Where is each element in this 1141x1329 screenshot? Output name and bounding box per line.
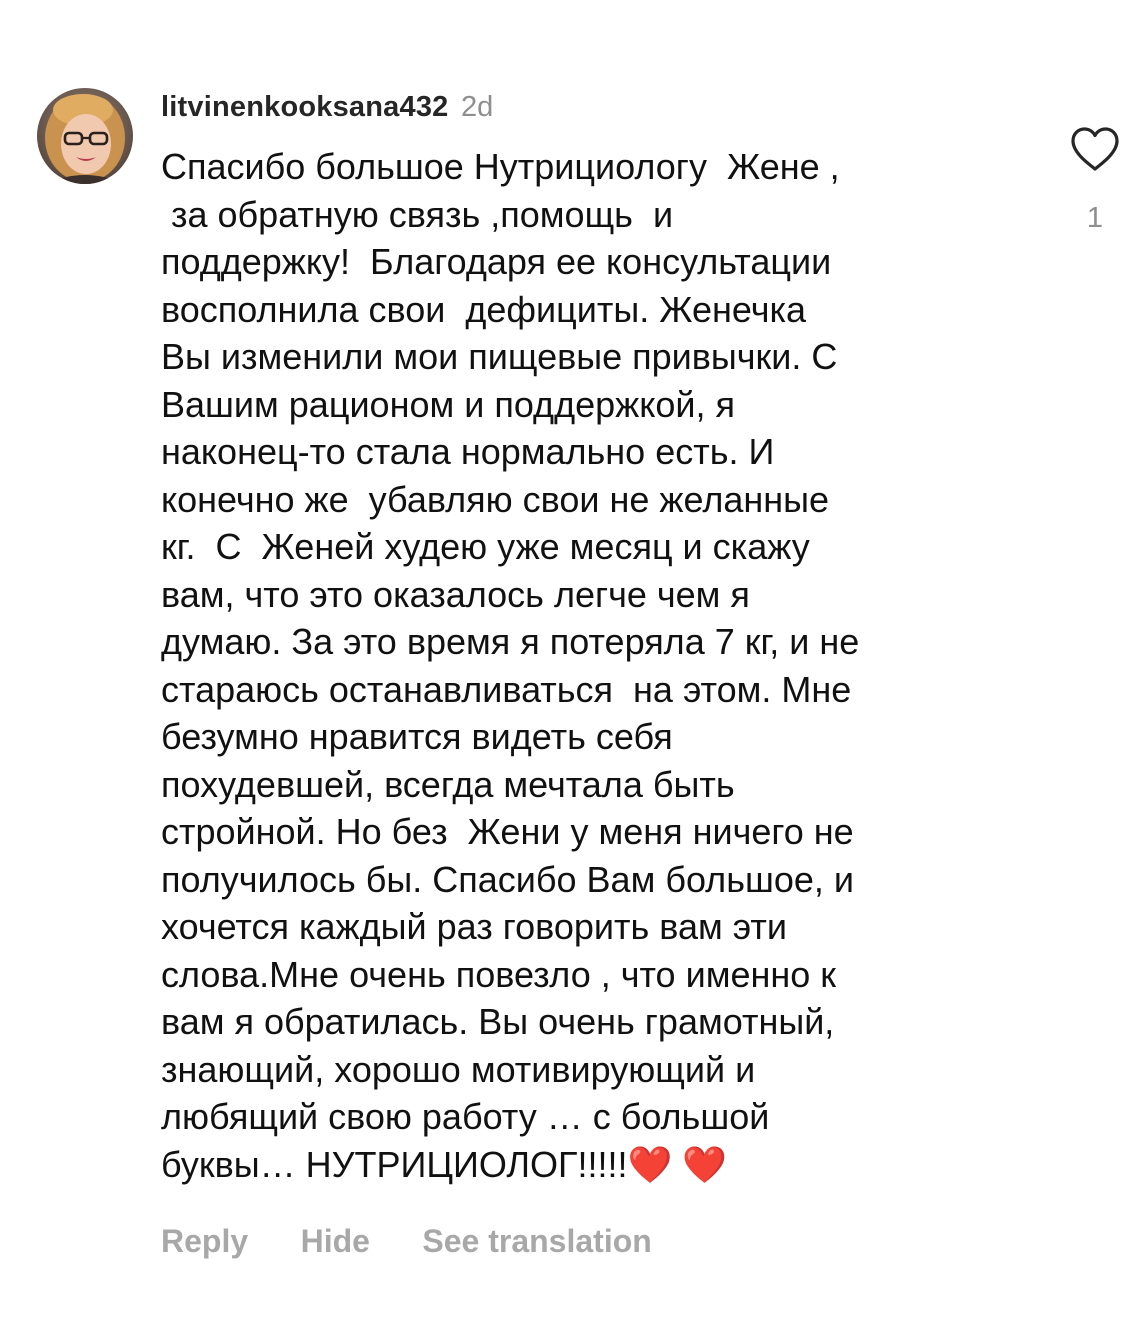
comment-item: litvinenkooksana432 2d Спасибо большое Н… — [0, 0, 1141, 1329]
comment-text-line: за обратную связь ,помощь и — [161, 193, 674, 235]
reply-button[interactable]: Reply — [161, 1219, 248, 1263]
comment-timestamp: 2d — [460, 91, 494, 123]
comment-text-line: думаю. За это время я потеряла 7 кг, и н… — [161, 621, 860, 662]
comment-text-line: похудевшей, всегда мечтала быть — [161, 763, 735, 805]
comment-text-line: восполнила свои дефициты. Женечка — [161, 288, 807, 330]
comment-text-line: Вашим рационом и поддержкой, я — [161, 383, 735, 425]
comment-text-line: стройной. Но без Жени у меня ничего не — [161, 811, 854, 852]
comment-text-line: наконец-то стала нормально есть. И — [161, 431, 775, 472]
comment-text-line: Спасибо большое Нутрициологу Жене , — [161, 146, 840, 187]
comment-text-line: безумно нравится видеть себя — [161, 716, 673, 757]
see-translation-button[interactable]: See translation — [422, 1219, 651, 1263]
comment-text-line: Вы изменили мои пищевые привычки. С — [161, 336, 838, 377]
comment-text-line: знающий, хорошо мотивирующий и — [161, 1048, 756, 1090]
comment-text-line: буквы… НУТРИЦИОЛОГ!!!!!❤️ ❤️ — [161, 1143, 728, 1185]
comment-text-line: конечно же убавляю свои не желанные — [161, 478, 830, 520]
comment-text-line: слова.Мне очень повезло , что именно к — [161, 953, 836, 995]
comment-text-line: поддержку! Благодаря ее консультации — [161, 241, 832, 282]
avatar-image — [37, 88, 133, 184]
heart-outline-icon[interactable] — [1070, 126, 1120, 172]
comment-text-line: хочется каждый раз говорить вам эти — [161, 906, 787, 947]
comment-text-line: вам, что это оказалось легче чем я — [161, 573, 750, 615]
comment-body: Спасибо большое Нутрициологу Жене , за о… — [161, 143, 1021, 1188]
comment-text-line: любящий свою работу … с большой — [161, 1096, 770, 1137]
avatar[interactable] — [37, 88, 133, 184]
comment-text-line: вам я обратилась. Вы очень грамотный, — [161, 1001, 835, 1042]
comment-text-line: получилось бы. Спасибо Вам большое, и — [161, 858, 854, 900]
comment-header: litvinenkooksana432 2d — [161, 84, 493, 135]
comment-text-line: стараюсь останавливаться на этом. Мне — [161, 668, 852, 710]
comment-text-line: кг. С Женей худею уже месяц и скажу — [161, 526, 810, 567]
like-section: 1 — [1062, 126, 1128, 236]
like-count: 1 — [1086, 202, 1104, 234]
hide-button[interactable]: Hide — [301, 1219, 370, 1263]
comment-actions: Reply Hide See translation — [161, 1219, 700, 1263]
username-link[interactable]: litvinenkooksana432 — [161, 91, 449, 123]
